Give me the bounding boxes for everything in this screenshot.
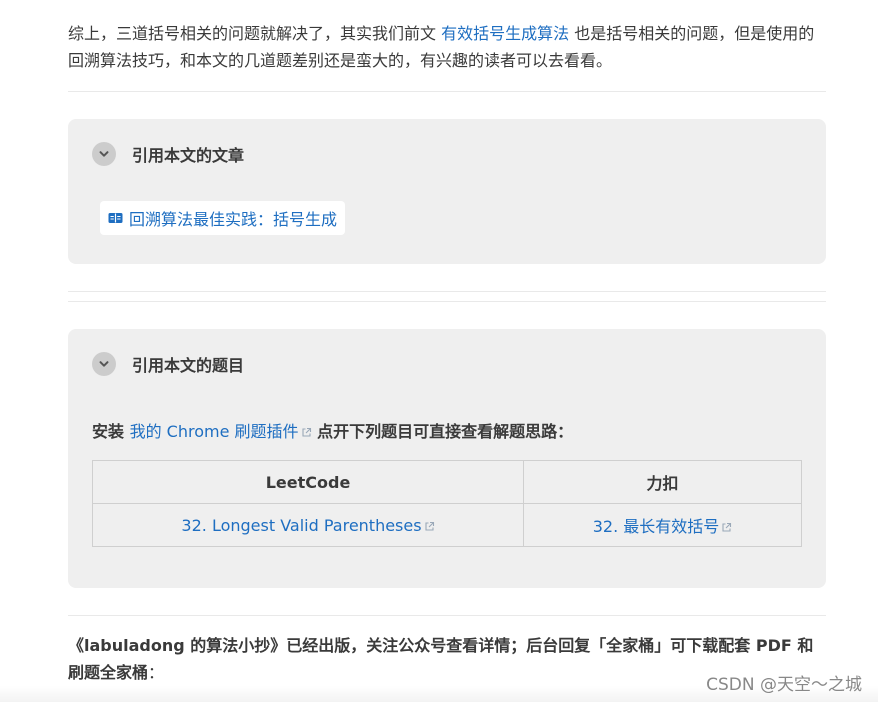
table-row: 32. Longest Valid Parentheses 32. 最长有效括号: [92, 503, 802, 547]
problems-card-header[interactable]: 引用本文的题目: [92, 352, 244, 376]
leetcode-problem-label: 32. Longest Valid Parentheses: [181, 515, 422, 535]
chevron-down-icon[interactable]: [92, 352, 116, 376]
summary-paragraph: 综上，三道括号相关的问题就解决了，其实我们前文 有效括号生成算法 也是括号相关的…: [68, 20, 826, 74]
leetcode-problem-link[interactable]: 32. Longest Valid Parentheses: [181, 516, 434, 535]
header-likou: 力扣: [523, 460, 802, 504]
article-link-label: 回溯算法最佳实践：括号生成: [129, 210, 338, 229]
likou-cell: 32. 最长有效括号: [523, 503, 802, 547]
external-link-icon: [425, 521, 434, 531]
book-promo-text: 《labuladong 的算法小抄》已经出版，关注公众号查看详情；后台回复「全家…: [68, 636, 814, 682]
chrome-plugin-link-label: 我的 Chrome 刷题插件: [129, 422, 299, 441]
article-link-chip[interactable]: 回溯算法最佳实践：括号生成: [100, 201, 346, 235]
divider: [68, 91, 826, 92]
install-prefix: 安装: [92, 422, 130, 441]
divider: [68, 301, 826, 302]
valid-parentheses-generation-link[interactable]: 有效括号生成算法: [441, 24, 569, 43]
table-header-row: LeetCode 力扣: [92, 460, 802, 504]
external-link-icon: [722, 522, 732, 532]
problems-card-title: 引用本文的题目: [132, 356, 245, 375]
problems-table: LeetCode 力扣 32. Longest Valid Parenthese…: [92, 460, 802, 547]
install-suffix: 点开下列题目可直接查看解题思路：: [311, 422, 574, 441]
chrome-plugin-link[interactable]: 我的 Chrome 刷题插件: [130, 422, 312, 441]
install-plugin-line: 安装 我的 Chrome 刷题插件 点开下列题目可直接查看解题思路：: [92, 418, 573, 442]
articles-card-header[interactable]: 引用本文的文章: [92, 142, 244, 166]
book-promo-tail: ：: [148, 663, 165, 682]
divider: [68, 291, 826, 292]
articles-card: 引用本文的文章 回溯算法最佳实践：括号生成: [68, 119, 826, 264]
header-leetcode: LeetCode: [92, 460, 524, 504]
book-icon: [108, 213, 123, 223]
problems-card: 引用本文的题目 安装 我的 Chrome 刷题插件 点开下列题目可直接查看解题思…: [68, 329, 826, 588]
divider: [68, 615, 826, 616]
likou-problem-label: 32. 最长有效括号: [592, 517, 720, 536]
external-link-icon: [301, 427, 311, 437]
leetcode-cell: 32. Longest Valid Parentheses: [92, 503, 524, 547]
summary-text-before: 综上，三道括号相关的问题就解决了，其实我们前文: [68, 24, 442, 43]
likou-problem-link[interactable]: 32. 最长有效括号: [593, 517, 733, 536]
articles-card-title: 引用本文的文章: [132, 146, 245, 165]
chevron-down-icon[interactable]: [92, 142, 116, 166]
csdn-watermark: CSDN @天空～之城: [706, 675, 862, 695]
